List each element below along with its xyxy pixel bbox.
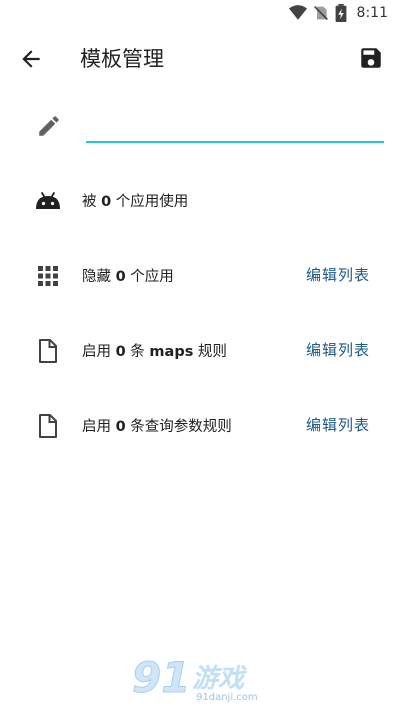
no-sim-icon xyxy=(313,6,328,20)
template-name-input[interactable] xyxy=(86,109,384,143)
template-name-row xyxy=(0,105,400,155)
maps-rules-label: 启用 0 条 maps 规则 xyxy=(82,344,227,360)
query-rules-label: 启用 0 条查询参数规则 xyxy=(82,419,232,435)
android-icon xyxy=(36,192,60,209)
edit-list-button[interactable]: 编辑列表 xyxy=(306,264,370,285)
file-icon xyxy=(39,414,57,438)
battery-charging-icon xyxy=(335,4,346,22)
app-bar: 模板管理 xyxy=(0,26,400,90)
apps-grid-icon xyxy=(38,266,58,286)
edit-list-button[interactable]: 编辑列表 xyxy=(306,339,370,360)
file-icon xyxy=(39,339,57,363)
maps-rules-row: 启用 0 条 maps 规则 编辑列表 xyxy=(0,328,400,372)
watermark-text: 游戏 xyxy=(192,664,245,694)
wifi-icon xyxy=(288,5,307,20)
back-arrow-icon[interactable] xyxy=(18,46,44,72)
status-time: 8:11 xyxy=(356,5,388,21)
edit-list-button[interactable]: 编辑列表 xyxy=(306,414,370,435)
status-bar: 8:11 xyxy=(0,0,400,26)
hide-apps-row: 隐藏 0 个应用 编辑列表 xyxy=(0,253,400,297)
query-rules-row: 启用 0 条查询参数规则 编辑列表 xyxy=(0,403,400,447)
hide-apps-label: 隐藏 0 个应用 xyxy=(82,269,174,285)
used-by-label: 被 0 个应用使用 xyxy=(82,194,189,210)
status-icons: 8:11 xyxy=(288,4,388,22)
watermark-site: 91danji.com xyxy=(196,692,258,703)
used-by-row: 被 0 个应用使用 xyxy=(0,178,400,222)
svg-text:91: 91 xyxy=(132,653,190,702)
watermark-logo: 91 游戏 91danji.com xyxy=(130,652,270,708)
pencil-icon xyxy=(39,116,59,136)
save-icon[interactable] xyxy=(358,45,384,71)
page-title: 模板管理 xyxy=(80,47,164,71)
